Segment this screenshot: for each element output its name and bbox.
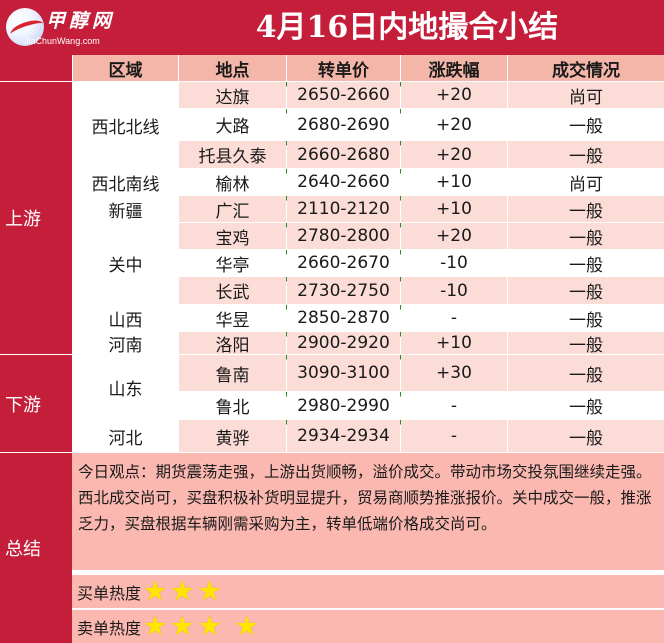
column-header-location: 地点	[179, 55, 286, 81]
change-cell: +20	[401, 141, 507, 168]
region-cell: 西北南线	[73, 169, 178, 195]
status-cell: 一般	[508, 277, 664, 304]
star-icon: ★	[170, 611, 195, 642]
change-cell: +20	[401, 109, 507, 140]
region-cell: 河北	[73, 420, 178, 452]
buy-heat-stars: ★ ★ ★	[143, 578, 225, 605]
region-cell: 关中	[73, 223, 178, 304]
price-cell: 2640-2660	[287, 169, 400, 195]
price-cell: 2980-2990	[287, 392, 400, 419]
location-cell: 华昱	[179, 305, 286, 331]
status-cell: 一般	[508, 305, 664, 331]
change-cell: +10	[401, 332, 507, 354]
location-cell: 鲁南	[179, 355, 286, 391]
price-cell: 2650-2660	[287, 82, 400, 108]
region-cell: 山西	[73, 305, 178, 331]
column-header-price: 转单价	[287, 55, 400, 81]
change-cell: +10	[401, 169, 507, 195]
price-cell: 3090-3100	[287, 355, 400, 391]
change-cell: +20	[401, 223, 507, 249]
section-upstream: 上游	[0, 82, 72, 354]
column-header-status: 成交情况	[508, 55, 664, 81]
status-cell: 尚可	[508, 169, 664, 195]
change-cell: +10	[401, 196, 507, 222]
price-cell: 2110-2120	[287, 196, 400, 222]
change-cell: -10	[401, 250, 507, 276]
price-cell: 2780-2800	[287, 223, 400, 249]
star-icon: ★	[234, 611, 259, 642]
change-cell: +20	[401, 82, 507, 108]
sell-heat-label: 卖单热度	[77, 618, 142, 638]
change-cell: +30	[401, 355, 507, 391]
logo-chinese-text: 甲醇网	[46, 10, 116, 32]
status-cell: 一般	[508, 141, 664, 168]
page-title: 4月16日内地撮合小结	[255, 10, 559, 45]
price-cell: 2660-2680	[287, 141, 400, 168]
status-cell: 一般	[508, 420, 664, 452]
location-cell: 榆林	[179, 169, 286, 195]
summary-text: 今日观点：期货震荡走强，上游出货顺畅，溢价成交。带动市场交投氛围继续走强。西北成…	[72, 453, 664, 570]
location-cell: 宝鸡	[179, 223, 286, 249]
sell-heat-row: 卖单热度 ★ ★ ★ ★	[72, 610, 664, 643]
buy-heat-label: 买单热度	[77, 583, 142, 603]
section-summary: 总结	[0, 453, 72, 643]
summary-sheet: 甲醇网 JiaChunWang.com 4月16日内地撮合小结 上游 下游 总结…	[0, 0, 664, 643]
star-icon: ★	[143, 576, 168, 607]
region-cell: 西北北线	[73, 82, 178, 168]
region-cell: 山东	[73, 355, 178, 419]
column-header-change: 涨跌幅	[401, 55, 507, 81]
column-header-region: 区域	[73, 55, 178, 81]
status-cell: 一般	[508, 196, 664, 222]
star-icon: ★	[170, 576, 195, 607]
price-cell: 2934-2934	[287, 420, 400, 452]
location-cell: 达旗	[179, 82, 286, 108]
logo-url-text: JiaChunWang.com	[24, 36, 100, 46]
status-cell: 一般	[508, 109, 664, 140]
location-cell: 华亭	[179, 250, 286, 276]
side-blank-cell	[0, 55, 72, 81]
price-cell: 2850-2870	[287, 305, 400, 331]
price-cell: 2900-2920	[287, 332, 400, 354]
price-cell: 2730-2750	[287, 277, 400, 304]
status-cell: 一般	[508, 392, 664, 419]
status-cell: 一般	[508, 250, 664, 276]
site-logo[interactable]: 甲醇网 JiaChunWang.com	[4, 6, 144, 48]
location-cell: 鲁北	[179, 392, 286, 419]
status-cell: 一般	[508, 355, 664, 391]
price-cell: 2680-2690	[287, 109, 400, 140]
location-cell: 广汇	[179, 196, 286, 222]
change-cell: -	[401, 392, 507, 419]
region-cell: 河南	[73, 332, 178, 356]
status-cell: 一般	[508, 332, 664, 356]
buy-heat-row: 买单热度 ★ ★ ★	[72, 575, 664, 608]
location-cell: 大路	[179, 109, 286, 140]
sell-heat-stars: ★ ★ ★ ★	[143, 613, 262, 640]
section-downstream: 下游	[0, 355, 72, 452]
location-cell: 洛阳	[179, 332, 286, 356]
region-cell: 新疆	[73, 196, 178, 222]
header-bar: 甲醇网 JiaChunWang.com 4月16日内地撮合小结	[0, 0, 664, 55]
location-cell: 黄骅	[179, 420, 286, 452]
location-cell: 托县久泰	[179, 141, 286, 168]
star-icon: ★	[143, 611, 168, 642]
status-cell: 尚可	[508, 82, 664, 108]
status-cell: 一般	[508, 223, 664, 249]
price-cell: 2660-2670	[287, 250, 400, 276]
change-cell: -	[401, 420, 507, 452]
change-cell: -10	[401, 277, 507, 304]
location-cell: 长武	[179, 277, 286, 304]
star-icon: ★	[197, 611, 222, 642]
change-cell: -	[401, 305, 507, 331]
star-icon: ★	[197, 576, 222, 607]
